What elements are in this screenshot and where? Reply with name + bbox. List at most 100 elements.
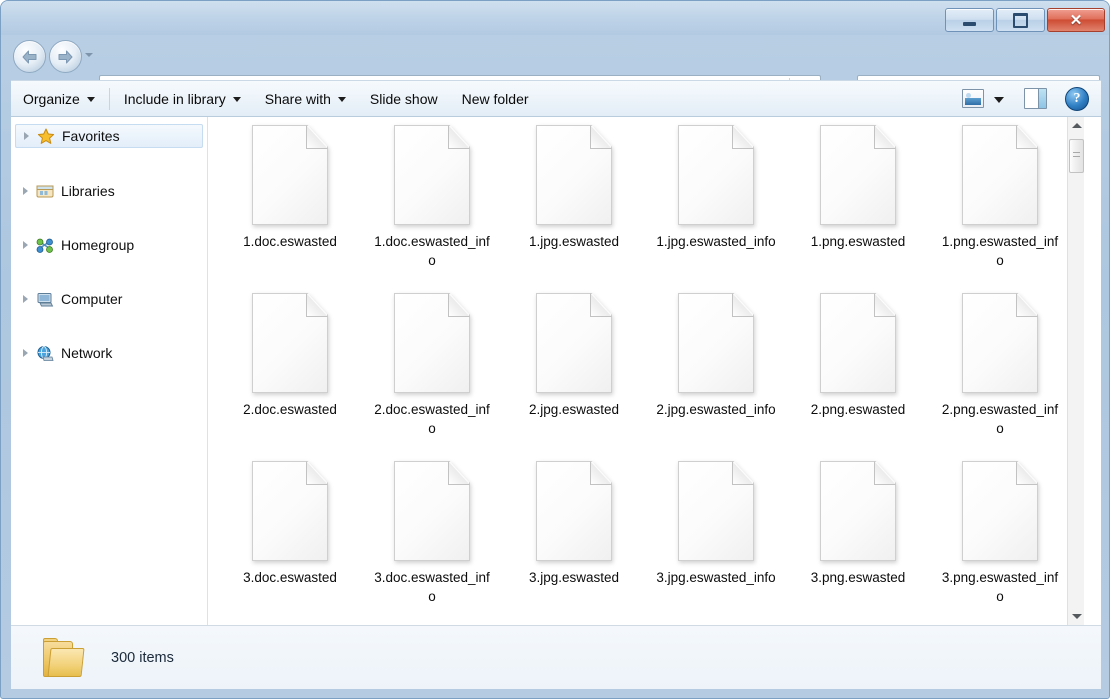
window-controls: ✕ — [945, 8, 1105, 32]
file-name-label: 2.png.eswasted_info — [940, 400, 1060, 438]
file-name-label: 2.png.eswasted — [798, 400, 918, 419]
file-item[interactable]: 3.png.eswasted_info — [929, 461, 1071, 625]
file-name-label: 2.jpg.eswasted_info — [656, 400, 776, 419]
file-name-label: 1.jpg.eswasted_info — [656, 232, 776, 251]
file-name-label: 2.jpg.eswasted — [514, 400, 634, 419]
close-icon: ✕ — [1070, 13, 1083, 28]
file-name-label: 3.doc.eswasted — [230, 568, 350, 587]
back-button[interactable] — [13, 40, 46, 73]
chevron-right-icon[interactable] — [23, 241, 28, 249]
forward-button[interactable] — [49, 40, 82, 73]
file-item[interactable]: 3.jpg.eswasted — [503, 461, 645, 625]
explorer-window: ✕ test — [0, 0, 1110, 699]
file-item[interactable]: 2.jpg.eswasted_info — [645, 293, 787, 461]
sidebar-item-favorites[interactable]: Favorites — [15, 124, 203, 148]
file-name-label: 3.jpg.eswasted_info — [656, 568, 776, 587]
sidebar-item-label: Computer — [61, 291, 122, 307]
sidebar-item-label: Homegroup — [61, 237, 134, 253]
network-icon — [36, 345, 54, 362]
file-item[interactable]: 2.jpg.eswasted — [503, 293, 645, 461]
new-folder-button[interactable]: New folder — [450, 81, 541, 116]
file-item[interactable]: 3.jpg.eswasted_info — [645, 461, 787, 625]
share-with-label: Share with — [265, 91, 331, 107]
file-name-label: 1.jpg.eswasted — [514, 232, 634, 251]
blank-document-icon — [678, 461, 754, 561]
address-row: test — [1, 35, 1110, 75]
navigation-pane: Favorites Libraries — [11, 117, 208, 625]
file-name-label: 1.doc.eswasted — [230, 232, 350, 251]
sidebar-item-computer[interactable]: Computer — [15, 288, 203, 310]
change-view-icon[interactable] — [962, 89, 984, 108]
file-name-label: 1.png.eswasted — [798, 232, 918, 251]
close-button[interactable]: ✕ — [1047, 8, 1105, 32]
file-item[interactable]: 2.doc.eswasted — [219, 293, 361, 461]
file-item[interactable]: 1.jpg.eswasted_info — [645, 125, 787, 293]
toolbar-divider — [109, 88, 110, 110]
file-item[interactable]: 3.doc.eswasted — [219, 461, 361, 625]
chevron-down-icon — [338, 97, 346, 102]
blank-document-icon — [252, 125, 328, 225]
scroll-down-icon — [1072, 614, 1082, 619]
file-item[interactable]: 3.doc.eswasted_info — [361, 461, 503, 625]
chevron-right-icon[interactable] — [23, 349, 28, 357]
scroll-thumb[interactable] — [1069, 139, 1084, 173]
file-item[interactable]: 2.doc.eswasted_info — [361, 293, 503, 461]
file-name-label: 1.png.eswasted_info — [940, 232, 1060, 270]
blank-document-icon — [394, 125, 470, 225]
blank-document-icon — [252, 293, 328, 393]
chevron-right-icon[interactable] — [23, 187, 28, 195]
slide-show-label: Slide show — [370, 91, 438, 107]
file-name-label: 3.jpg.eswasted — [514, 568, 634, 587]
blank-document-icon — [536, 293, 612, 393]
minimize-button[interactable] — [945, 8, 994, 32]
sidebar-item-network[interactable]: Network — [15, 342, 203, 364]
file-name-label: 3.png.eswasted_info — [940, 568, 1060, 606]
share-with-button[interactable]: Share with — [253, 81, 358, 116]
chevron-right-icon[interactable] — [24, 132, 29, 140]
file-item[interactable]: 2.png.eswasted — [787, 293, 929, 461]
blank-document-icon — [820, 125, 896, 225]
scroll-thumb-grip — [1073, 152, 1080, 160]
sidebar-item-label: Libraries — [61, 183, 115, 199]
include-in-library-button[interactable]: Include in library — [112, 81, 253, 116]
forward-arrow-icon — [57, 50, 74, 64]
chevron-right-icon[interactable] — [23, 295, 28, 303]
file-grid: 1.doc.eswasted 1.doc.eswasted_info 1.jpg.e… — [209, 117, 1084, 625]
file-item[interactable]: 1.jpg.eswasted — [503, 125, 645, 293]
open-folder-icon — [37, 638, 83, 678]
file-name-label: 3.doc.eswasted_info — [372, 568, 492, 606]
sidebar-item-homegroup[interactable]: Homegroup — [15, 234, 203, 256]
file-item[interactable]: 2.png.eswasted_info — [929, 293, 1071, 461]
file-item[interactable]: 1.png.eswasted — [787, 125, 929, 293]
preview-pane-icon[interactable] — [1024, 88, 1047, 109]
recent-pages-dropdown[interactable] — [85, 53, 93, 57]
sidebar-item-libraries[interactable]: Libraries — [15, 180, 203, 202]
sidebar-item-label: Network — [61, 345, 112, 361]
vertical-scrollbar[interactable] — [1067, 117, 1084, 625]
slide-show-button[interactable]: Slide show — [358, 81, 450, 116]
help-icon[interactable]: ? — [1065, 87, 1089, 111]
libraries-icon — [36, 183, 54, 200]
file-item[interactable]: 1.doc.eswasted_info — [361, 125, 503, 293]
file-item[interactable]: 1.doc.eswasted — [219, 125, 361, 293]
help-glyph: ? — [1074, 91, 1081, 107]
chevron-down-icon — [87, 97, 95, 102]
organize-button[interactable]: Organize — [11, 81, 107, 116]
blank-document-icon — [678, 125, 754, 225]
sidebar-item-label: Favorites — [62, 128, 120, 144]
explorer-body: Favorites Libraries — [11, 117, 1101, 625]
chevron-down-icon[interactable] — [994, 97, 1004, 103]
include-in-library-label: Include in library — [124, 91, 226, 107]
toolbar-right-group: ? — [962, 87, 1101, 111]
file-item[interactable]: 3.png.eswasted — [787, 461, 929, 625]
maximize-button[interactable] — [996, 8, 1045, 32]
file-list-view[interactable]: 1.doc.eswasted 1.doc.eswasted_info 1.jpg.e… — [209, 117, 1084, 625]
back-arrow-icon — [21, 50, 38, 64]
item-count-label: 300 items — [111, 650, 174, 666]
blank-document-icon — [536, 461, 612, 561]
scroll-up-button[interactable] — [1068, 117, 1084, 134]
file-name-label: 1.doc.eswasted_info — [372, 232, 492, 270]
file-item[interactable]: 1.png.eswasted_info — [929, 125, 1071, 293]
scroll-down-button[interactable] — [1068, 608, 1084, 625]
title-bar: ✕ — [1, 1, 1110, 35]
